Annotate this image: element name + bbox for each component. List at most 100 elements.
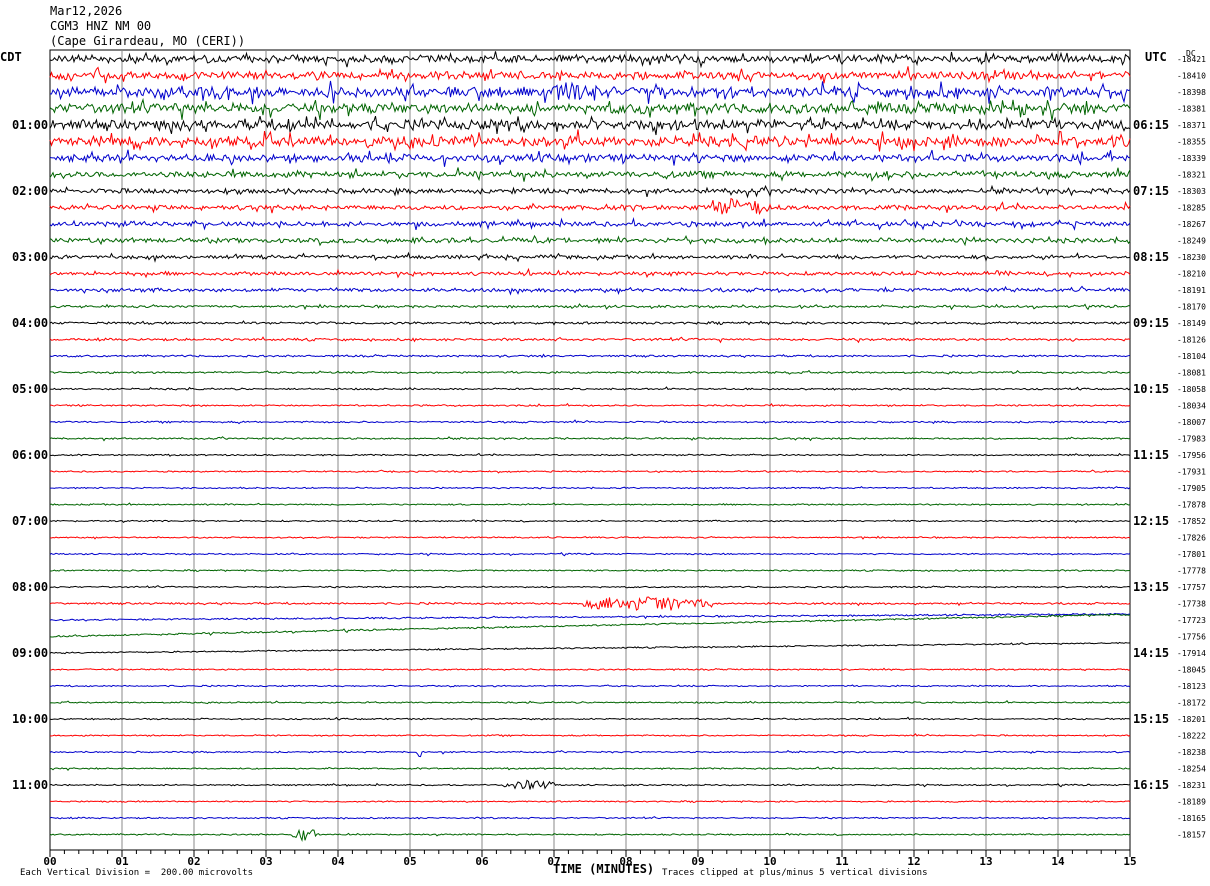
left-time-label: 07:00 xyxy=(12,514,48,528)
trace-line xyxy=(49,419,1131,425)
dc-offset-label: -18398 xyxy=(1177,88,1206,97)
dc-offset-label: -18165 xyxy=(1177,814,1206,823)
trace-line xyxy=(49,285,1131,296)
dc-offset-label: -18123 xyxy=(1177,682,1206,691)
right-time-label: 06:15 xyxy=(1133,118,1169,132)
dc-offset-label: -18249 xyxy=(1177,237,1206,246)
dc-offset-label: -17778 xyxy=(1177,567,1206,576)
plot-frame xyxy=(49,49,1131,851)
dc-offset-label: -18421 xyxy=(1177,55,1206,64)
right-time-label: 09:15 xyxy=(1133,316,1169,330)
trace-line xyxy=(49,167,1131,183)
dc-offset-label: -18157 xyxy=(1177,831,1206,840)
x-tick-label: 01 xyxy=(115,855,129,868)
dc-offset-label: -18222 xyxy=(1177,732,1206,741)
left-time-label: 06:00 xyxy=(12,448,48,462)
trace-line xyxy=(49,402,1131,408)
trace-line xyxy=(49,129,1131,152)
trace-line xyxy=(49,436,1131,442)
right-time-label: 11:15 xyxy=(1133,448,1169,462)
dc-offset-label: -18189 xyxy=(1177,798,1206,807)
trace-line xyxy=(49,667,1131,672)
dc-offset-label: -18034 xyxy=(1177,402,1206,411)
right-time-label: 13:15 xyxy=(1133,580,1169,594)
trace-line xyxy=(49,684,1131,688)
trace-line xyxy=(49,700,1131,705)
dc-offset-label: -18410 xyxy=(1177,72,1206,81)
dc-offset-label: -18321 xyxy=(1177,171,1206,180)
x-tick-label: 00 xyxy=(43,855,56,868)
trace-line xyxy=(49,779,1131,790)
trace-line xyxy=(49,234,1131,247)
x-tick-label: 06 xyxy=(475,855,489,868)
trace-line xyxy=(49,816,1131,820)
left-time-label: 04:00 xyxy=(12,316,48,330)
x-tick-label: 04 xyxy=(331,855,345,868)
dc-offset-label: -18191 xyxy=(1177,286,1206,295)
left-time-label: 01:00 xyxy=(12,118,48,132)
trace-line xyxy=(49,552,1131,557)
left-time-label: 02:00 xyxy=(12,184,48,198)
x-tick-label: 13 xyxy=(979,855,992,868)
scale-note: Each Vertical Division = 200.00 microvol… xyxy=(20,868,253,878)
left-time-label: 03:00 xyxy=(12,250,48,264)
dc-offset-label: -17826 xyxy=(1177,534,1206,543)
dc-offset-label: -18355 xyxy=(1177,138,1206,147)
dc-offset-label: -18254 xyxy=(1177,765,1206,774)
left-time-label: 09:00 xyxy=(12,646,48,660)
trace-line xyxy=(49,502,1131,506)
dc-offset-label: -18303 xyxy=(1177,187,1206,196)
x-tick-label: 14 xyxy=(1051,855,1065,868)
trace-line xyxy=(49,184,1131,199)
dc-offset-label: -17956 xyxy=(1177,451,1206,460)
dc-offset-label: -18045 xyxy=(1177,666,1206,675)
left-time-label: 11:00 xyxy=(12,778,48,792)
dc-offset-label: -18371 xyxy=(1177,121,1206,130)
dc-offset-label: -17756 xyxy=(1177,633,1206,642)
dc-offset-label: -17801 xyxy=(1177,550,1206,559)
left-time-label: 10:00 xyxy=(12,712,48,726)
dc-offset-label: -17983 xyxy=(1177,435,1206,444)
x-tick-label: 02 xyxy=(187,855,200,868)
trace-line xyxy=(49,51,1131,69)
dc-offset-label: -18149 xyxy=(1177,319,1206,328)
right-time-label: 07:15 xyxy=(1133,184,1169,198)
trace-line xyxy=(49,197,1131,216)
trace-line xyxy=(49,369,1131,375)
trace-line xyxy=(49,641,1131,655)
trace-line xyxy=(49,336,1131,344)
trace-line xyxy=(49,800,1131,804)
trace-line xyxy=(49,97,1131,121)
trace-line xyxy=(49,596,1131,611)
dc-offset-label: -17757 xyxy=(1177,583,1206,592)
x-tick-label: 09 xyxy=(691,855,704,868)
trace-line xyxy=(49,612,1131,622)
trace-line xyxy=(49,353,1131,359)
clip-note: Traces clipped at plus/minus 5 vertical … xyxy=(662,868,928,878)
left-time-label: 08:00 xyxy=(12,580,48,594)
right-time-label: 12:15 xyxy=(1133,514,1169,528)
x-tick-label: 15 xyxy=(1123,855,1136,868)
dc-offset-label: -18058 xyxy=(1177,385,1206,394)
dc-offset-label: -17905 xyxy=(1177,484,1206,493)
dc-offset-label: -18201 xyxy=(1177,715,1206,724)
seismogram-plot: 00 01 02 03 04 05 06 07 08 09 10 11 12 13 14 15-18421-1… xyxy=(12,49,1206,868)
dc-offset-label: -18007 xyxy=(1177,418,1206,427)
dc-offset-label: -17878 xyxy=(1177,501,1206,510)
x-tick-label: 12 xyxy=(907,855,920,868)
trace-line xyxy=(49,585,1131,589)
trace-line xyxy=(49,535,1131,540)
dc-offset-label: -18381 xyxy=(1177,105,1206,114)
trace-line xyxy=(49,267,1131,279)
trace-line xyxy=(49,115,1131,136)
trace-line xyxy=(49,386,1131,391)
trace-line xyxy=(49,519,1131,524)
dc-offset-label: -18238 xyxy=(1177,748,1206,757)
dc-offset-label: -17931 xyxy=(1177,468,1206,477)
trace-line xyxy=(50,485,1131,490)
trace-line xyxy=(49,749,1131,758)
right-time-label: 15:15 xyxy=(1133,712,1169,726)
x-axis-title: TIME (MINUTES) xyxy=(553,862,655,876)
x-tick-label: 10 xyxy=(763,855,776,868)
dc-offset-label: -18231 xyxy=(1177,781,1206,790)
